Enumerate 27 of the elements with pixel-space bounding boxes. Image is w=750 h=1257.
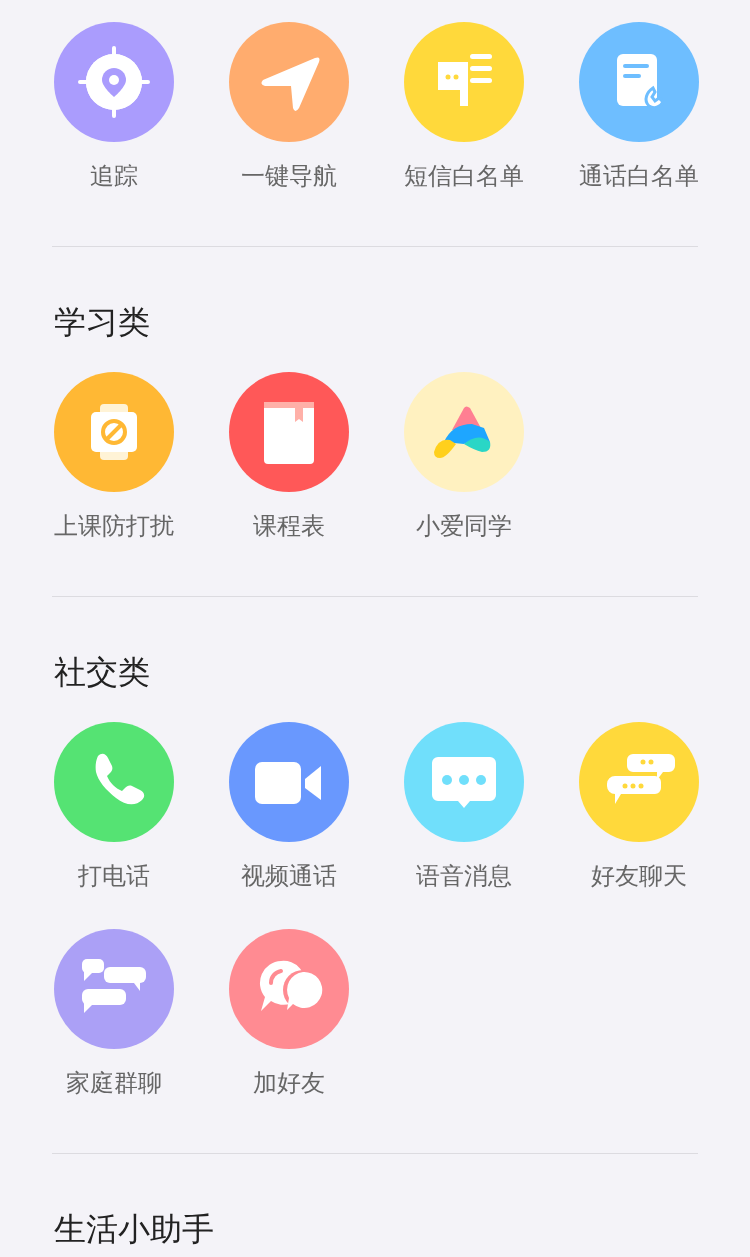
- phone-icon[interactable]: [53, 722, 174, 842]
- section-title: 生活小助手: [53, 1209, 215, 1250]
- app-label: 追踪: [89, 162, 138, 190]
- app-label: 上课防打扰: [53, 512, 174, 540]
- calllist-icon[interactable]: [578, 22, 699, 142]
- chat-icon[interactable]: [578, 722, 699, 842]
- app-label: 小爱同学: [415, 512, 512, 540]
- section-title: 学习类: [53, 302, 151, 343]
- group-icon[interactable]: [53, 929, 174, 1049]
- app-label: 打电话: [77, 862, 150, 890]
- target-icon[interactable]: [53, 22, 174, 142]
- app-label: 好友聊天: [590, 862, 687, 890]
- app-label: 语音消息: [415, 862, 512, 890]
- section-title: 社交类: [53, 652, 151, 693]
- app-label: 课程表: [252, 512, 325, 540]
- app-label: 通话白名单: [578, 162, 699, 190]
- app-label: 家庭群聊: [65, 1069, 162, 1097]
- app-label: 一键导航: [240, 162, 337, 190]
- sms-icon[interactable]: [403, 22, 524, 142]
- book-icon[interactable]: [228, 372, 349, 492]
- app-label: 视频通话: [240, 862, 337, 890]
- app-label: 短信白名单: [403, 162, 524, 190]
- app-label: 加好友: [252, 1069, 325, 1097]
- message-icon[interactable]: [403, 722, 524, 842]
- video-icon[interactable]: [228, 722, 349, 842]
- navigate-icon[interactable]: [228, 22, 349, 142]
- watch-icon[interactable]: [53, 372, 174, 492]
